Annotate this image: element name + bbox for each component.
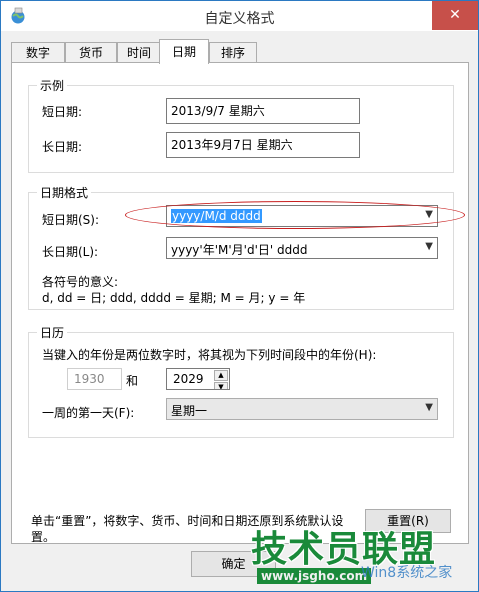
first-day-value: 星期一: [171, 404, 208, 418]
spin-down-icon[interactable]: ▼: [214, 382, 228, 389]
short-date-format-label: 短日期(S):: [42, 213, 100, 227]
annotation-ellipse: [125, 201, 465, 229]
long-date-format-value: yyyy'年'M'月'd'日' dddd: [171, 243, 308, 257]
title-bar: 自定义格式 ✕: [1, 1, 478, 31]
custom-format-dialog: 自定义格式 ✕ 数字 货币 时间 日期 排序 示例 短日期: 2013/9/7 …: [0, 0, 479, 592]
long-date-format-label: 长日期(L):: [42, 245, 99, 259]
watermark: 技术员联盟 www.jsgho.com Win8系统之家: [245, 520, 479, 592]
year-to-field[interactable]: 2029 ▲ ▼: [166, 368, 230, 390]
tab-currency[interactable]: 货币: [65, 42, 117, 63]
year-from-field: 1930: [67, 368, 122, 390]
calendar-group-title: 日历: [37, 324, 68, 341]
watermark-url: www.jsgho.com: [257, 568, 372, 584]
window-title: 自定义格式: [204, 11, 275, 27]
symbol-meaning-title: 各符号的意义:: [42, 275, 119, 289]
year-spinner[interactable]: ▲ ▼: [214, 370, 228, 389]
tab-date[interactable]: 日期: [159, 39, 209, 64]
example-long-date-label: 长日期:: [42, 140, 83, 154]
close-icon: ✕: [449, 7, 461, 23]
tab-number[interactable]: 数字: [11, 42, 65, 63]
first-day-label: 一周的第一天(F):: [42, 406, 135, 420]
spin-up-icon[interactable]: ▲: [214, 370, 228, 381]
tab-sort[interactable]: 排序: [209, 42, 257, 63]
example-group-title: 示例: [37, 77, 68, 94]
reset-description-line2: 置。: [31, 530, 56, 544]
example-long-date-value: 2013年9月7日 星期六: [166, 132, 360, 158]
tab-time[interactable]: 时间: [117, 42, 161, 63]
long-date-format-combo[interactable]: yyyy'年'M'月'd'日' dddd ▼: [166, 237, 438, 259]
example-group: 示例 短日期: 2013/9/7 星期六 长日期: 2013年9月7日 星期六: [28, 77, 454, 173]
example-short-date-label: 短日期:: [42, 105, 83, 119]
two-digit-year-desc: 当键入的年份是两位数字时，将其视为下列时间段中的年份(H):: [42, 348, 377, 362]
chevron-down-icon[interactable]: ▼: [425, 402, 433, 413]
date-tab-page: 示例 短日期: 2013/9/7 星期六 长日期: 2013年9月7日 星期六 …: [11, 62, 469, 544]
symbol-meaning-text: d, dd = 日; ddd, dddd = 星期; M = 月; y = 年: [42, 291, 306, 305]
example-short-date-value: 2013/9/7 星期六: [166, 98, 360, 124]
calendar-group: 日历 当键入的年份是两位数字时，将其视为下列时间段中的年份(H): 1930 和…: [28, 324, 454, 438]
date-format-group-title: 日期格式: [37, 184, 92, 201]
and-label: 和: [126, 374, 139, 388]
year-to-value: 2029: [173, 372, 204, 386]
first-day-combo[interactable]: 星期一 ▼: [166, 398, 438, 420]
watermark-right-text: Win8系统之家: [361, 565, 453, 581]
chevron-down-icon[interactable]: ▼: [425, 241, 433, 252]
close-button[interactable]: ✕: [432, 1, 478, 30]
